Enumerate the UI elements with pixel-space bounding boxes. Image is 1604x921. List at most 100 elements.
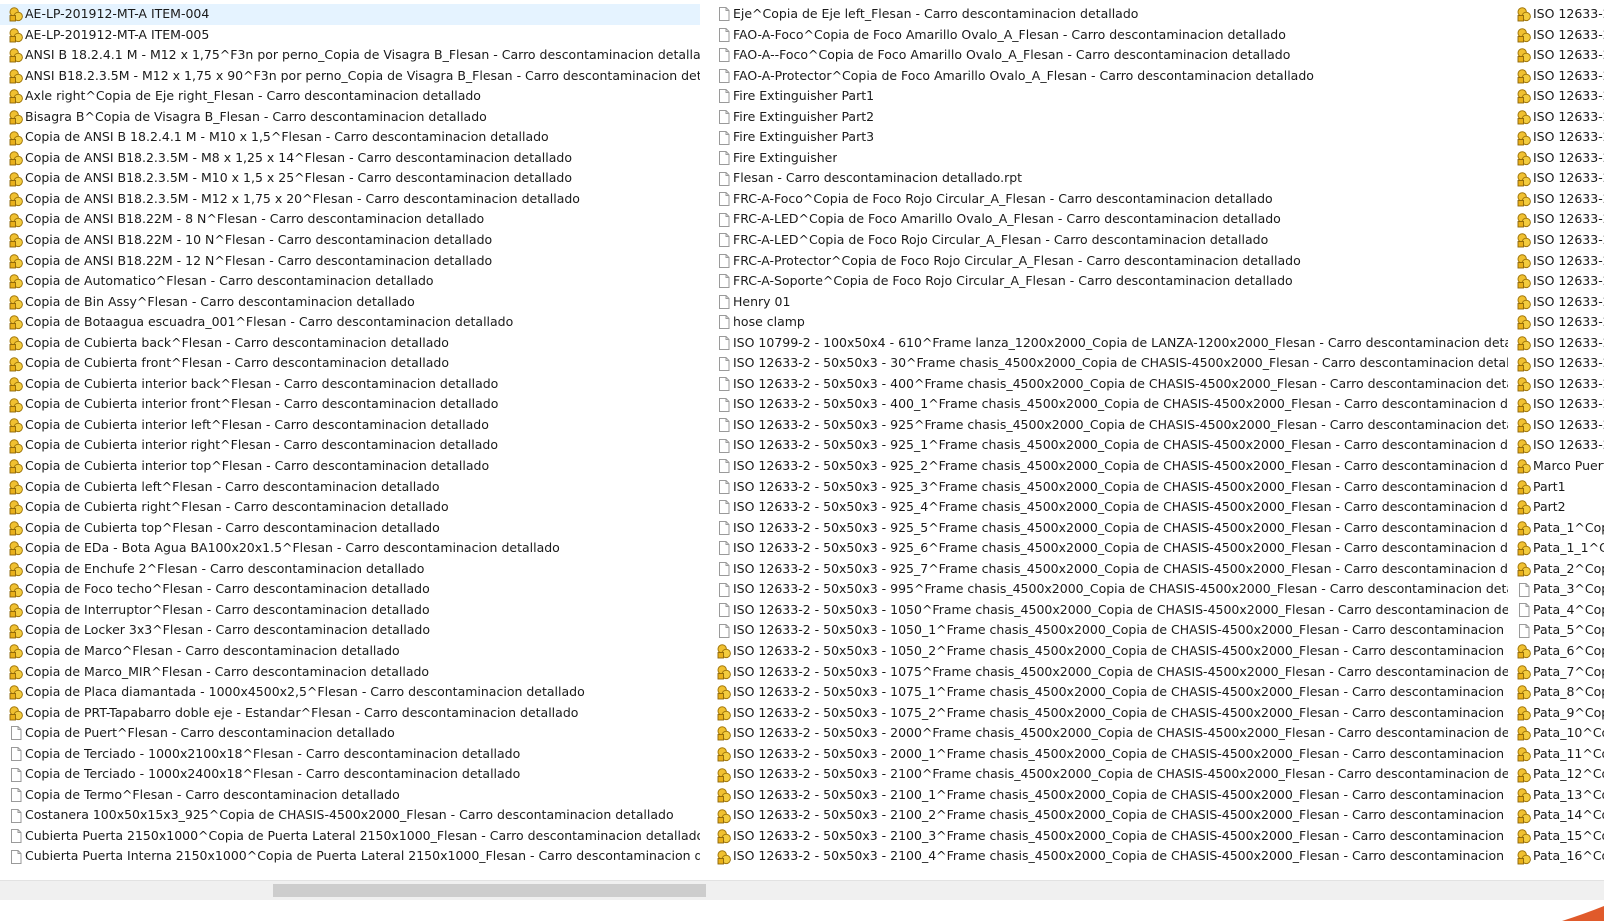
list-item[interactable]: ISO 12633-2	[1508, 189, 1604, 210]
list-item[interactable]: Pata_12^Co	[1508, 764, 1604, 785]
list-item[interactable]: ISO 12633-2	[1508, 435, 1604, 456]
list-item[interactable]: ISO 12633-2	[1508, 66, 1604, 87]
list-item[interactable]: Copia de Terciado - 1000x2400x18^Flesan …	[0, 764, 700, 785]
list-item[interactable]: Costanera 100x50x15x3_925^Copia de CHASI…	[0, 805, 700, 826]
list-item[interactable]: Copia de Cubierta interior back^Flesan -…	[0, 374, 700, 395]
list-item[interactable]: ISO 12633-2 - 50x50x3 - 2100_4^Frame cha…	[708, 846, 1508, 867]
list-item[interactable]: FAO-A-Foco^Copia de Foco Amarillo Ovalo_…	[708, 25, 1508, 46]
list-item[interactable]: Copia de Placa diamantada - 1000x4500x2,…	[0, 682, 700, 703]
list-item[interactable]: Pata_7^Cop	[1508, 662, 1604, 683]
list-item[interactable]: Copia de Interruptor^Flesan - Carro desc…	[0, 600, 700, 621]
list-item[interactable]: Pata_15^Co	[1508, 826, 1604, 847]
list-item[interactable]: ISO 12633-2	[1508, 107, 1604, 128]
list-item[interactable]: ISO 12633-2 - 50x50x3 - 925^Frame chasis…	[708, 415, 1508, 436]
list-item[interactable]: Flesan - Carro descontaminacion detallad…	[708, 168, 1508, 189]
list-item[interactable]: ISO 12633-2 - 50x50x3 - 925_2^Frame chas…	[708, 456, 1508, 477]
list-item[interactable]: Copia de Cubierta right^Flesan - Carro d…	[0, 497, 700, 518]
list-item[interactable]: ISO 12633-2	[1508, 251, 1604, 272]
list-item[interactable]: Copia de ANSI B18.22M - 12 N^Flesan - Ca…	[0, 251, 700, 272]
list-item[interactable]: ISO 12633-2	[1508, 209, 1604, 230]
list-item[interactable]: ISO 10799-2 - 100x50x4 - 610^Frame lanza…	[708, 333, 1508, 354]
list-item[interactable]: ISO 12633-2	[1508, 271, 1604, 292]
list-item[interactable]: AE-LP-201912-MT-A ITEM-005	[0, 25, 700, 46]
list-item[interactable]: Marco Puert	[1508, 456, 1604, 477]
list-item[interactable]: ISO 12633-2 - 50x50x3 - 2100_3^Frame cha…	[708, 826, 1508, 847]
list-item[interactable]: Pata_11^Co	[1508, 744, 1604, 765]
list-item[interactable]: ISO 12633-2 - 50x50x3 - 925_4^Frame chas…	[708, 497, 1508, 518]
list-item[interactable]: ISO 12633-2 - 50x50x3 - 2000_1^Frame cha…	[708, 744, 1508, 765]
list-item[interactable]: ISO 12633-2	[1508, 333, 1604, 354]
list-item[interactable]: FRC-A-Protector^Copia de Foco Rojo Circu…	[708, 251, 1508, 272]
list-item[interactable]: Copia de Automatico^Flesan - Carro desco…	[0, 271, 700, 292]
list-item[interactable]: Pata_6^Cop	[1508, 641, 1604, 662]
list-item[interactable]: ISO 12633-2 - 50x50x3 - 1050^Frame chasi…	[708, 600, 1508, 621]
list-item[interactable]: Copia de Cubierta left^Flesan - Carro de…	[0, 477, 700, 498]
list-item[interactable]: Pata_5^Cop	[1508, 620, 1604, 641]
list-item[interactable]: ISO 12633-2	[1508, 230, 1604, 251]
list-item[interactable]: Copia de EDa - Bota Agua BA100x20x1.5^Fl…	[0, 538, 700, 559]
list-item[interactable]: ISO 12633-2	[1508, 415, 1604, 436]
list-item[interactable]: ISO 12633-2	[1508, 292, 1604, 313]
list-item[interactable]: Pata_9^Cop	[1508, 703, 1604, 724]
list-item[interactable]: Pata_2^Cop	[1508, 559, 1604, 580]
list-item[interactable]: ISO 12633-2 - 50x50x3 - 995^Frame chasis…	[708, 579, 1508, 600]
list-item[interactable]: ISO 12633-2	[1508, 353, 1604, 374]
list-item[interactable]: ISO 12633-2	[1508, 45, 1604, 66]
list-item[interactable]: Pata_1_1^Co	[1508, 538, 1604, 559]
list-item[interactable]: ISO 12633-2	[1508, 168, 1604, 189]
list-item[interactable]: Copia de Cubierta front^Flesan - Carro d…	[0, 353, 700, 374]
list-item[interactable]: Copia de Marco_MIR^Flesan - Carro descon…	[0, 662, 700, 683]
list-item[interactable]: ISO 12633-2 - 50x50x3 - 925_3^Frame chas…	[708, 477, 1508, 498]
list-item[interactable]: Copia de ANSI B18.2.3.5M - M12 x 1,75 x …	[0, 189, 700, 210]
list-item[interactable]: ANSI B 18.2.4.1 M - M12 x 1,75^F3n por p…	[0, 45, 700, 66]
list-item[interactable]: FRC-A-Soporte^Copia de Foco Rojo Circula…	[708, 271, 1508, 292]
list-item[interactable]: Fire Extinguisher Part1	[708, 86, 1508, 107]
list-item[interactable]: ISO 12633-2 - 50x50x3 - 1075_2^Frame cha…	[708, 703, 1508, 724]
list-item[interactable]: ISO 12633-2	[1508, 4, 1604, 25]
list-item[interactable]: Copia de Terciado - 1000x2100x18^Flesan …	[0, 744, 700, 765]
list-item[interactable]: ANSI B18.2.3.5M - M12 x 1,75 x 90^F3n po…	[0, 66, 700, 87]
list-item[interactable]: Pata_16^Co	[1508, 846, 1604, 867]
list-item[interactable]: Pata_10^Co	[1508, 723, 1604, 744]
list-item[interactable]: Axle right^Copia de Eje right_Flesan - C…	[0, 86, 700, 107]
list-item[interactable]: ISO 12633-2 - 50x50x3 - 400_1^Frame chas…	[708, 394, 1508, 415]
list-item[interactable]: ISO 12633-2	[1508, 127, 1604, 148]
horizontal-scrollbar[interactable]	[0, 880, 1604, 900]
list-item[interactable]: Part1	[1508, 477, 1604, 498]
list-item[interactable]: Part2	[1508, 497, 1604, 518]
list-item[interactable]: ISO 12633-2	[1508, 148, 1604, 169]
list-item[interactable]: Pata_14^Co	[1508, 805, 1604, 826]
list-item[interactable]: Fire Extinguisher Part3	[708, 127, 1508, 148]
list-item[interactable]: Copia de Bin Assy^Flesan - Carro descont…	[0, 292, 700, 313]
list-item[interactable]: Copia de Locker 3x3^Flesan - Carro desco…	[0, 620, 700, 641]
list-item[interactable]: ISO 12633-2	[1508, 25, 1604, 46]
resize-grip-icon[interactable]	[1544, 900, 1604, 921]
list-item[interactable]: Cubierta Puerta 2150x1000^Copia de Puert…	[0, 826, 700, 847]
list-item[interactable]: Copia de ANSI B18.22M - 8 N^Flesan - Car…	[0, 209, 700, 230]
list-item[interactable]: ISO 12633-2	[1508, 312, 1604, 333]
list-item[interactable]: ISO 12633-2 - 50x50x3 - 925_1^Frame chas…	[708, 435, 1508, 456]
list-item[interactable]: ISO 12633-2 - 50x50x3 - 2100^Frame chasi…	[708, 764, 1508, 785]
list-item[interactable]: Copia de ANSI B18.2.3.5M - M8 x 1,25 x 1…	[0, 148, 700, 169]
list-item[interactable]: Copia de ANSI B18.22M - 10 N^Flesan - Ca…	[0, 230, 700, 251]
list-item[interactable]: Pata_4^Cop	[1508, 600, 1604, 621]
list-item[interactable]: Pata_13^Co	[1508, 785, 1604, 806]
list-item[interactable]: ISO 12633-2 - 50x50x3 - 1075_1^Frame cha…	[708, 682, 1508, 703]
list-item[interactable]: Cubierta Puerta Interna 2150x1000^Copia …	[0, 846, 700, 867]
list-item[interactable]: Copia de Cubierta back^Flesan - Carro de…	[0, 333, 700, 354]
list-item[interactable]: Copia de Puert^Flesan - Carro descontami…	[0, 723, 700, 744]
list-item[interactable]: ISO 12633-2	[1508, 86, 1604, 107]
list-item[interactable]: FRC-A-LED^Copia de Foco Rojo Circular_A_…	[708, 230, 1508, 251]
list-item[interactable]: hose clamp	[708, 312, 1508, 333]
list-item[interactable]: FRC-A-LED^Copia de Foco Amarillo Ovalo_A…	[708, 209, 1508, 230]
list-item[interactable]: Copia de Cubierta interior front^Flesan …	[0, 394, 700, 415]
list-item[interactable]: Copia de Cubierta interior left^Flesan -…	[0, 415, 700, 436]
list-item[interactable]: ISO 12633-2 - 50x50x3 - 2000^Frame chasi…	[708, 723, 1508, 744]
list-item[interactable]: ISO 12633-2 - 50x50x3 - 2100_2^Frame cha…	[708, 805, 1508, 826]
horizontal-scroll-thumb[interactable]	[273, 884, 706, 897]
list-item[interactable]: Eje^Copia de Eje left_Flesan - Carro des…	[708, 4, 1508, 25]
list-item[interactable]: Pata_3^Cop	[1508, 579, 1604, 600]
list-item[interactable]: Copia de Cubierta top^Flesan - Carro des…	[0, 518, 700, 539]
list-item[interactable]: Copia de Marco^Flesan - Carro descontami…	[0, 641, 700, 662]
list-item[interactable]: Fire Extinguisher	[708, 148, 1508, 169]
